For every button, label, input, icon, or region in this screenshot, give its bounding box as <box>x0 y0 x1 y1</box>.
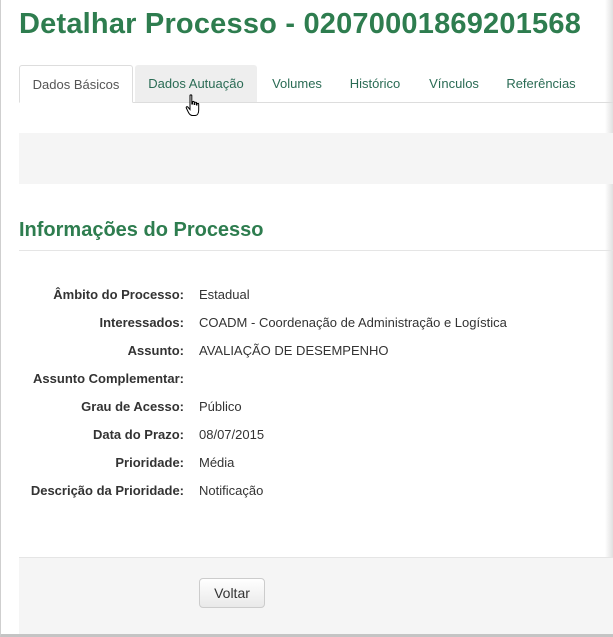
page-frame: Detalhar Processo - 02070001869201568 Da… <box>0 0 613 637</box>
page-title: Detalhar Processo - 02070001869201568 <box>19 8 582 40</box>
section-title: Informações do Processo <box>19 219 264 241</box>
field-value: COADM - Coordenação de Administração e L… <box>199 315 507 330</box>
field-value: Média <box>199 455 235 470</box>
field-label: Interessados: <box>99 315 184 330</box>
field-label: Descrição da Prioridade: <box>30 483 184 498</box>
field-assunto-complementar: Assunto Complementar: <box>1 371 613 391</box>
back-button[interactable]: Voltar <box>199 578 265 608</box>
tab-dados-basicos[interactable]: Dados Básicos <box>19 65 133 103</box>
field-value: Público <box>199 399 242 414</box>
field-prioridade: Prioridade: Média <box>1 455 613 475</box>
field-grau-acesso: Grau de Acesso: Público <box>1 399 613 419</box>
tab-bar: Dados Básicos Dados Autuação Volumes His… <box>19 65 613 103</box>
field-value: Notificação <box>199 483 264 498</box>
tab-referencias[interactable]: Referências <box>495 65 587 102</box>
field-label: Assunto: <box>127 343 184 358</box>
tab-historico[interactable]: Histórico <box>337 65 413 102</box>
field-label: Âmbito do Processo: <box>53 287 184 302</box>
field-data-prazo: Data do Prazo: 08/07/2015 <box>1 427 613 447</box>
field-label: Prioridade: <box>115 455 184 470</box>
hand-pointer-icon <box>185 94 200 116</box>
field-assunto: Assunto: AVALIAÇÃO DE DESEMPENHO <box>1 343 613 363</box>
field-descricao-prioridade: Descrição da Prioridade: Notificação <box>1 483 613 503</box>
field-value: 08/07/2015 <box>199 427 265 442</box>
field-label: Assunto Complementar: <box>33 371 184 386</box>
section-divider <box>19 250 613 251</box>
toolbar-panel <box>19 133 613 184</box>
tab-vinculos[interactable]: Vínculos <box>417 65 491 102</box>
field-ambito: Âmbito do Processo: Estadual <box>1 287 613 307</box>
field-label: Grau de Acesso: <box>81 399 184 414</box>
field-value: AVALIAÇÃO DE DESEMPENHO <box>199 343 389 358</box>
field-value: Estadual <box>199 287 250 302</box>
tab-volumes[interactable]: Volumes <box>261 65 333 102</box>
field-label: Data do Prazo: <box>92 427 184 442</box>
field-interessados: Interessados: COADM - Coordenação de Adm… <box>1 315 613 335</box>
form-actions-panel <box>19 557 613 634</box>
